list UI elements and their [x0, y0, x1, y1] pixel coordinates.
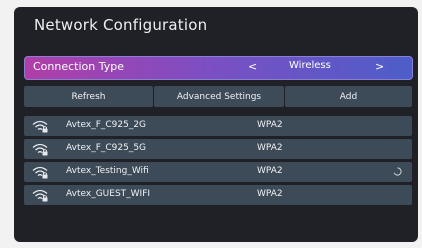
network-security: WPA2 [257, 120, 283, 130]
connection-type-value: Wireless [289, 60, 331, 71]
network-list-item[interactable]: Avtex_F_C925_5G WPA2 [24, 139, 412, 159]
page-title: Network Configuration [34, 16, 208, 34]
advanced-settings-button[interactable]: Advanced Settings [154, 86, 284, 107]
wifi-locked-icon [32, 143, 48, 156]
loading-spinner-icon [393, 167, 402, 176]
connection-type-selector[interactable]: Connection Type < Wireless > [24, 56, 413, 80]
network-list-item[interactable]: Avtex_Testing_Wifi WPA2 [24, 162, 412, 182]
chevron-right-icon[interactable]: > [375, 60, 384, 73]
network-ssid: Avtex_F_C925_5G [66, 143, 147, 153]
network-security: WPA2 [257, 189, 283, 199]
wifi-locked-icon [32, 189, 48, 202]
network-list-item[interactable]: Avtex_F_C925_2G WPA2 [24, 116, 412, 136]
network-ssid: Avtex_F_C925_2G [66, 120, 147, 130]
connection-type-label: Connection Type [33, 60, 125, 73]
network-security: WPA2 [257, 143, 283, 153]
network-security: WPA2 [257, 166, 283, 176]
add-network-button[interactable]: Add [285, 86, 412, 107]
wifi-locked-icon [32, 166, 48, 179]
network-list-item[interactable]: Avtex_GUEST_WIFI WPA2 [24, 185, 412, 205]
refresh-button[interactable]: Refresh [24, 86, 153, 107]
network-ssid: Avtex_Testing_Wifi [66, 166, 149, 176]
wifi-locked-icon [32, 120, 48, 133]
chevron-left-icon[interactable]: < [248, 60, 257, 73]
network-ssid: Avtex_GUEST_WIFI [66, 189, 151, 199]
network-configuration-screen: Network Configuration Connection Type < … [14, 7, 418, 242]
action-button-row: Refresh Advanced Settings Add [24, 86, 412, 107]
